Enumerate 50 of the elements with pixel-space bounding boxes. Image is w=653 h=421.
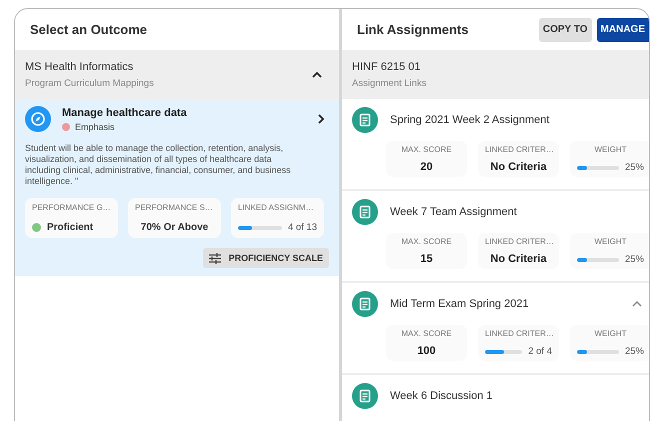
stat-label: WEIGHT <box>594 145 628 154</box>
outcome-title: Manage healthcare data <box>62 106 188 118</box>
stat-value: No Criteria <box>489 161 548 173</box>
assignment-title[interactable]: Spring 2021 Week 2 Assignment <box>390 114 643 126</box>
outcome-card[interactable] <box>15 99 339 276</box>
manage-button[interactable]: MANAGE <box>596 18 649 42</box>
stat-value: 25% <box>624 162 644 173</box>
program-header[interactable]: MS Health Informatics Program Curriculum Mappings <box>15 50 339 99</box>
stat-label: PERFORMANCE G… <box>32 203 111 212</box>
panel-title: Select an Outcome <box>30 22 148 37</box>
course-name: HINF 6215 01 <box>352 60 422 72</box>
stat-label: LINKED CRITER… <box>485 237 552 246</box>
stat-value: No Criteria <box>489 253 548 265</box>
stat-value: Proficient <box>47 222 94 233</box>
assignment-title[interactable]: Week 7 Team Assignment <box>390 206 643 218</box>
course-subtitle: Assignment Links <box>352 78 426 88</box>
stat-value: 20 <box>419 161 434 173</box>
stat-label: WEIGHT <box>594 237 628 246</box>
stat-label: WEIGHT <box>594 329 628 338</box>
panel-title: Link Assignments <box>357 22 468 37</box>
stat-label: LINKED CRITER… <box>485 145 552 154</box>
clipboard-icon <box>352 199 378 225</box>
stat-label: LINKED ASSIGNM… <box>238 203 315 212</box>
stat-label: MAX. SCORE <box>400 237 453 246</box>
stat-value: 70% Or Above <box>140 222 210 233</box>
stat-value: 25% <box>624 346 644 357</box>
stat-value: 15 <box>419 253 434 265</box>
chevron-right-icon[interactable] <box>317 113 325 125</box>
assignment-title[interactable]: Week 6 Discussion 1 <box>390 390 643 402</box>
stat-value: 4 of 13 <box>288 222 317 233</box>
chevron-icon[interactable] <box>311 70 323 78</box>
stat-value: 25% <box>624 254 644 265</box>
stat-label: LINKED CRITER… <box>485 329 552 338</box>
assignment-title[interactable]: Mid Term Exam Spring 2021 <box>390 298 619 310</box>
clipboard-icon <box>352 383 378 409</box>
stat-value: 2 of 4 <box>528 346 552 357</box>
clipboard-icon <box>352 107 378 133</box>
proficiency-scale-button[interactable]: PROFICIENCY SCALE <box>202 248 329 268</box>
clipboard-icon <box>352 291 378 317</box>
outcome-tag: Emphasis <box>75 122 115 132</box>
sliders-icon <box>208 252 221 264</box>
outcome-description: Student will be able to manage the collection, retention, analysis, visualization, and dissemination of all types of healthcare data including clinical, administrative, financial, consumer, and business intelligence. " <box>25 143 292 187</box>
program-name: MS Health Informatics <box>25 60 134 72</box>
stat-label: PERFORMANCE S… <box>135 203 214 212</box>
stat-label: MAX. SCORE <box>400 145 453 154</box>
program-subtitle: Program Curriculum Mappings <box>25 78 154 88</box>
compass-icon <box>25 106 51 132</box>
stat-value: 100 <box>416 345 437 357</box>
copy-button[interactable]: COPY TO <box>538 18 592 42</box>
stat-label: MAX. SCORE <box>400 329 453 338</box>
